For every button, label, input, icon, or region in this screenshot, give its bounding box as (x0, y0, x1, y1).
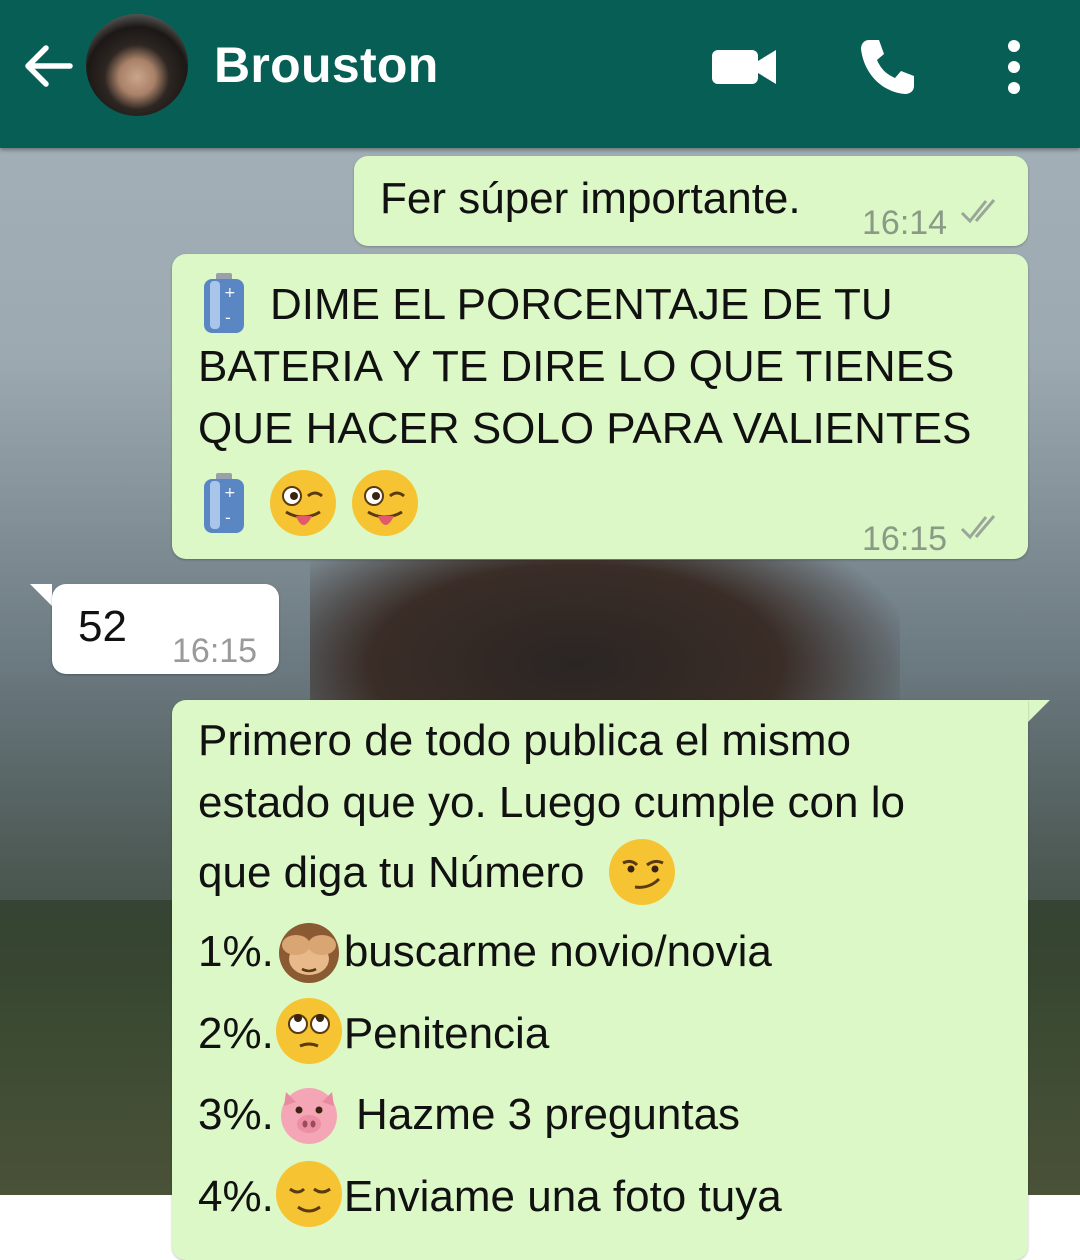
video-camera-icon[interactable] (710, 42, 778, 92)
contact-name[interactable]: Brouston (214, 36, 439, 94)
message-text: 52 (78, 602, 127, 651)
message-bubble-outgoing[interactable]: Primero de todo publica el mismo estado … (172, 700, 1028, 1260)
phone-icon[interactable] (856, 36, 918, 98)
message-bubble-incoming[interactable]: 52 16:15 (52, 584, 279, 674)
smirking-face-icon (608, 839, 675, 906)
winking-face-tongue-icon (352, 470, 419, 536)
chat-header: Brouston (0, 0, 1080, 148)
svg-text:-: - (225, 508, 231, 527)
svg-text:+: + (224, 285, 236, 301)
double-check-icon (960, 515, 996, 540)
message-bubble-outgoing[interactable]: Fer súper importante. 16:14 (354, 156, 1028, 246)
message-text: Primero de todo publica el mismo estado … (198, 710, 1018, 1229)
message-time: 16:15 (172, 632, 258, 670)
svg-text:+: + (224, 485, 236, 501)
see-no-evil-monkey-icon (278, 922, 339, 983)
message-time: 16:15 (862, 520, 948, 558)
face-rolling-eyes-icon (275, 998, 342, 1065)
pig-face-icon (280, 1087, 337, 1144)
message-bubble-outgoing[interactable]: + - DIME EL PORCENTAJE DE TU BATERIA Y T… (172, 254, 1028, 559)
message-text: + - DIME EL PORCENTAJE DE TU BATERIA Y T… (198, 273, 971, 538)
arrow-left-icon[interactable] (22, 40, 74, 92)
winking-face-tongue-icon (270, 470, 337, 536)
relieved-face-icon (275, 1160, 342, 1227)
more-vertical-icon[interactable] (998, 38, 1030, 96)
double-check-icon (960, 199, 996, 224)
message-time: 16:14 (862, 204, 948, 242)
battery-icon: + - (204, 473, 244, 533)
svg-text:-: - (225, 308, 231, 327)
avatar[interactable] (86, 14, 188, 116)
battery-icon: + - (204, 273, 244, 334)
message-text: Fer súper importante. (380, 174, 801, 223)
